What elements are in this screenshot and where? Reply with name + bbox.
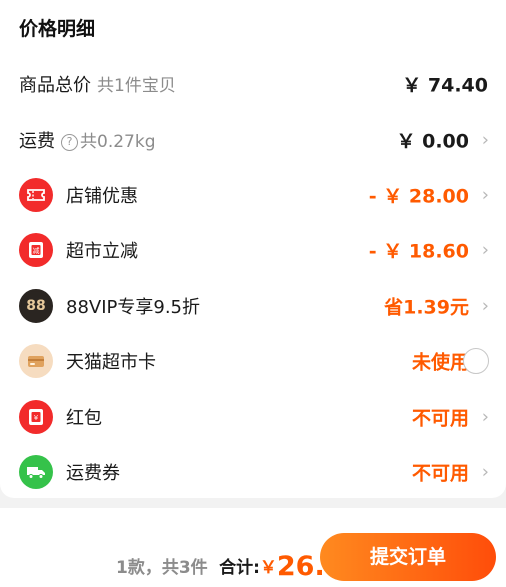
red-packet-icon: ¥ [19, 400, 53, 434]
market-card-radio[interactable] [463, 348, 489, 374]
goods-total-value: ￥ 74.40 [402, 74, 488, 97]
card-icon [19, 344, 53, 378]
chevron-right-icon: › [481, 461, 489, 483]
chevron-right-icon: › [481, 239, 489, 261]
vip-88-icon: 88 [19, 289, 53, 323]
section-title: 价格明细 [19, 18, 96, 40]
goods-total-label: 商品总价 [19, 75, 91, 96]
chevron-right-icon: › [481, 184, 489, 206]
market-card-label: 天猫超市卡 [66, 352, 156, 373]
red-packet-row[interactable]: ¥ 红包 不可用 › [0, 389, 506, 445]
chevron-right-icon: › [481, 406, 489, 428]
total-currency: ￥ [259, 558, 277, 578]
svg-text:¥: ¥ [34, 414, 39, 422]
shipping-weight: 共0.27kg [80, 132, 156, 152]
goods-total-row: 商品总价 共1件宝贝 ￥ 74.40 [0, 56, 506, 112]
svg-text:减: 减 [33, 246, 40, 255]
help-icon[interactable]: ? [61, 134, 78, 151]
shipping-coupon-row[interactable]: 运费券 不可用 › [0, 444, 506, 500]
ticket-icon [19, 178, 53, 212]
chevron-right-icon: › [481, 295, 489, 317]
red-packet-status: 不可用 [411, 407, 469, 430]
goods-count: 共1件宝贝 [97, 76, 176, 96]
shipping-coupon-status: 不可用 [411, 462, 469, 485]
submit-order-button[interactable]: 提交订单 [320, 533, 496, 581]
checkout-bar: 1款，共3件 合计:￥26.41 提交订单 [0, 508, 506, 587]
truck-icon [19, 455, 53, 489]
market-card-status: 未使用 [411, 351, 469, 374]
store-discount-row[interactable]: 店铺优惠 - ￥ 28.00 › [0, 167, 506, 223]
store-discount-label: 店铺优惠 [66, 186, 138, 207]
market-reduction-label: 超市立减 [66, 241, 138, 262]
vip-saving-value: 省1.39元 [384, 296, 469, 319]
vip-row[interactable]: 88 88VIP专享9.5折 省1.39元 › [0, 278, 506, 334]
price-detail-card: 价格明细 商品总价 共1件宝贝 ￥ 74.40 运费? 共0.27kg ￥ 0.00… [0, 0, 506, 498]
shipping-coupon-label: 运费券 [66, 463, 120, 484]
market-card-row[interactable]: 天猫超市卡 未使用 [0, 333, 506, 389]
reduce-badge-icon: 减 [19, 233, 53, 267]
market-reduction-row[interactable]: 减 超市立减 - ￥ 18.60 › [0, 222, 506, 278]
shipping-row[interactable]: 运费? 共0.27kg ￥ 0.00 › [0, 112, 506, 168]
store-discount-value: - ￥ 28.00 [368, 185, 469, 208]
shipping-value: ￥ 0.00 [396, 130, 470, 153]
red-packet-label: 红包 [66, 408, 102, 429]
total-label: 合计: [219, 558, 260, 578]
vip-label: 88VIP专享9.5折 [66, 297, 201, 318]
market-reduction-value: - ￥ 18.60 [368, 240, 469, 263]
chevron-right-icon: › [481, 129, 489, 151]
shipping-label: 运费 [19, 131, 55, 152]
item-count: 1款，共3件 [116, 558, 208, 578]
